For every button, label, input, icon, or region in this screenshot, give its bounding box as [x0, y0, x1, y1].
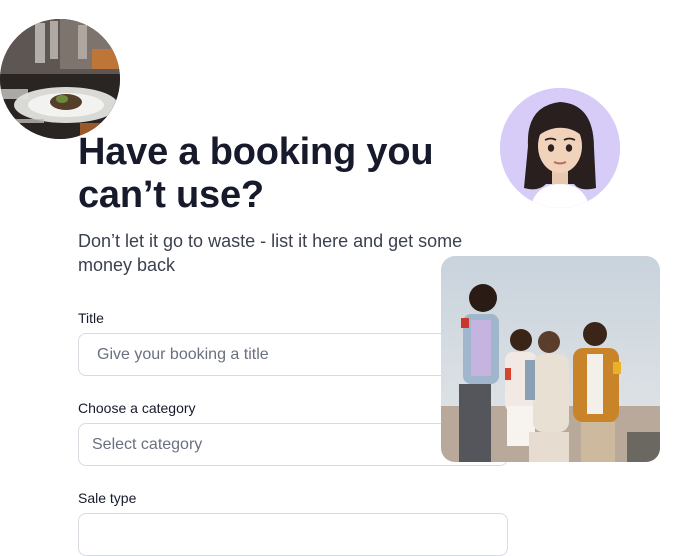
page-title-line-1: Have a booking you — [78, 131, 434, 173]
title-label: Title — [78, 310, 104, 326]
friends-photo-image — [441, 256, 660, 462]
avatar — [500, 88, 620, 208]
category-select-placeholder: Select category — [92, 435, 203, 453]
sale-type-label: Sale type — [78, 490, 137, 506]
sale-type-select[interactable] — [78, 513, 508, 556]
page-title: Have a booking you can’t use? — [78, 131, 498, 217]
category-label: Choose a category — [78, 400, 196, 416]
friends-photo — [441, 256, 660, 462]
woman-avatar-icon — [500, 88, 620, 208]
restaurant-photo — [0, 19, 120, 139]
restaurant-photo-image — [0, 19, 120, 139]
page-title-line-2: can’t use? — [78, 174, 264, 216]
